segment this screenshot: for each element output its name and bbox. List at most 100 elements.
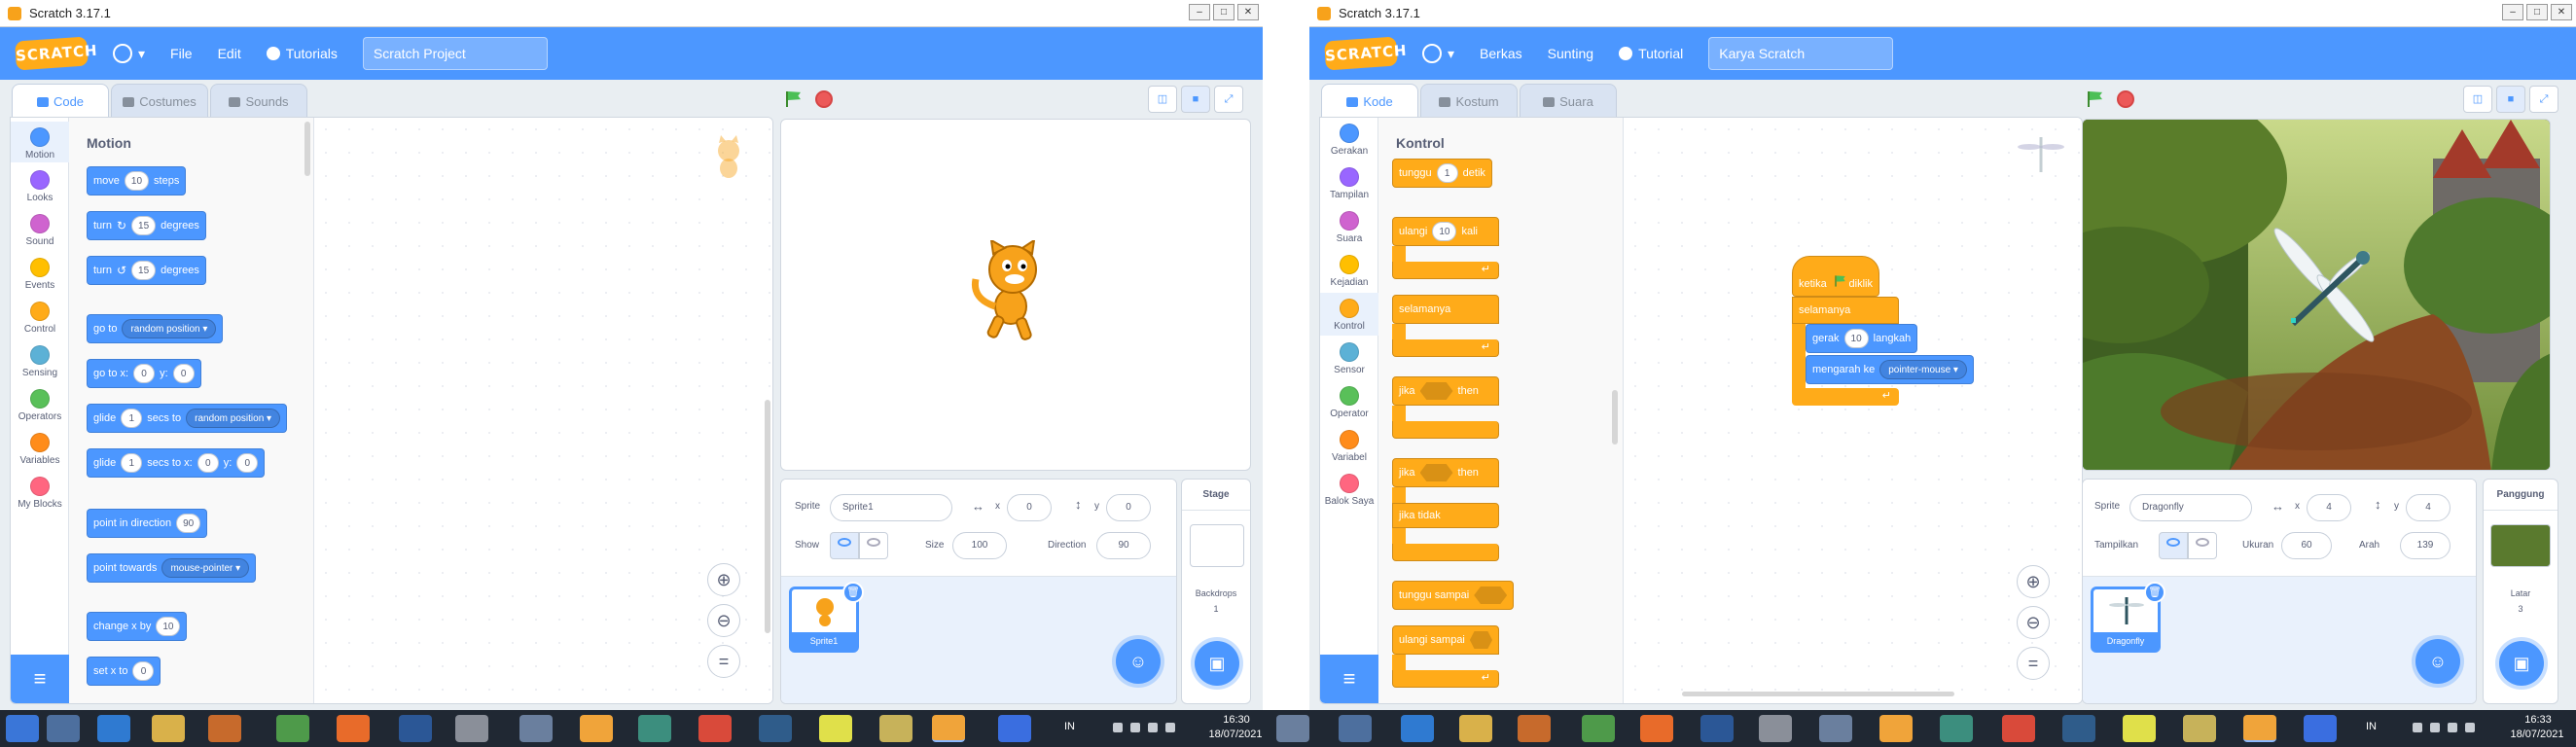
category-variables[interactable]: Variables: [11, 433, 69, 466]
sprite-thumbnail[interactable]: Dragonfly 🗑: [2091, 582, 2165, 653]
clock-date[interactable]: 18/07/2021: [2508, 729, 2566, 740]
script-area[interactable]: ⊕ ⊖ =: [314, 118, 772, 703]
green-flag-icon[interactable]: [2086, 90, 2103, 108]
choose-sprite-button[interactable]: ☺: [2415, 639, 2460, 684]
word-icon[interactable]: [399, 715, 432, 742]
scratch-icon[interactable]: [1879, 715, 1913, 742]
category-variables[interactable]: Variabel: [1320, 430, 1378, 463]
block-point-in-direction[interactable]: point in direction 90: [87, 509, 208, 538]
app-icon[interactable]: [2183, 715, 2216, 742]
edit-menu[interactable]: Edit: [218, 46, 241, 61]
boolean-slot[interactable]: [1419, 382, 1453, 400]
script-stack[interactable]: ketika diklik selamanya gerak 10 langkah me…: [1792, 256, 1996, 411]
app-icon[interactable]: [1819, 715, 1852, 742]
maximize-button[interactable]: □: [2526, 4, 2548, 20]
boolean-slot[interactable]: [1469, 631, 1492, 649]
trash-icon[interactable]: 🗑: [842, 582, 864, 603]
large-stage-button[interactable]: ■: [2496, 86, 2525, 113]
block-input[interactable]: 90: [176, 514, 201, 533]
zoom-out-button[interactable]: ⊖: [2017, 606, 2050, 639]
maximize-button[interactable]: □: [1213, 4, 1234, 20]
backdrop-thumbnail[interactable]: [1190, 524, 1244, 567]
block-move-steps[interactable]: move 10 steps: [87, 166, 187, 196]
block-go-to[interactable]: go to random position ▾: [87, 314, 224, 343]
language-indicator[interactable]: IN: [1064, 721, 1075, 732]
signal-icon[interactable]: [2465, 723, 2475, 732]
block-input[interactable]: 1: [121, 409, 143, 428]
small-stage-button[interactable]: ◫: [2463, 86, 2492, 113]
app-icon[interactable]: [276, 715, 309, 742]
scratch-icon[interactable]: [2243, 715, 2276, 742]
block-input[interactable]: 15: [131, 216, 157, 235]
block-input[interactable]: 10: [1843, 329, 1869, 348]
internet-explorer-icon[interactable]: [1401, 715, 1434, 742]
block-repeat[interactable]: ulangi 10 kali ↵: [1392, 217, 1499, 279]
category-control[interactable]: Control: [11, 302, 69, 335]
clock-time[interactable]: 16:33: [2514, 714, 2562, 726]
category-control[interactable]: Kontrol: [1320, 293, 1378, 336]
scratch-logo[interactable]: SCRATCH: [15, 36, 98, 71]
app-icon[interactable]: [1582, 715, 1615, 742]
network-icon[interactable]: [1130, 723, 1140, 732]
volume-icon[interactable]: [1148, 723, 1158, 732]
chrome-icon[interactable]: [2002, 715, 2035, 742]
minimize-button[interactable]: –: [2502, 4, 2523, 20]
media-player-icon[interactable]: [208, 715, 241, 742]
category-my-blocks[interactable]: My Blocks: [11, 477, 69, 510]
app-icon[interactable]: [1940, 715, 1973, 742]
block-glide-to[interactable]: glide 1 secs to random position ▾: [87, 404, 288, 433]
file-menu[interactable]: Berkas: [1480, 46, 1522, 61]
tab-sounds[interactable]: Suara: [1520, 84, 1617, 119]
boolean-slot[interactable]: [1419, 464, 1453, 481]
size-input[interactable]: 100: [952, 532, 1007, 559]
block-input[interactable]: 0: [133, 364, 156, 383]
tab-costumes[interactable]: Kostum: [1420, 84, 1518, 119]
volume-icon[interactable]: [2448, 723, 2457, 732]
add-extension-button[interactable]: ≡: [1320, 655, 1378, 703]
category-sound[interactable]: Suara: [1320, 211, 1378, 244]
direction-input[interactable]: 139: [2400, 532, 2451, 559]
backdrop-thumbnail[interactable]: [2490, 524, 2551, 567]
category-events[interactable]: Events: [11, 258, 69, 291]
media-player-icon[interactable]: [1518, 715, 1551, 742]
word-icon[interactable]: [1700, 715, 1734, 742]
script-scrollbar[interactable]: [765, 400, 770, 633]
block-dropdown[interactable]: mouse-pointer ▾: [161, 558, 250, 578]
block-turn-right[interactable]: turn ↻ 15 degrees: [87, 211, 206, 240]
internet-explorer-icon[interactable]: [97, 715, 130, 742]
network-icon[interactable]: [2430, 723, 2440, 732]
size-input[interactable]: 60: [2281, 532, 2332, 559]
language-indicator[interactable]: IN: [2366, 721, 2377, 732]
show-visible-button[interactable]: [2159, 532, 2188, 559]
minimize-button[interactable]: –: [1189, 4, 1210, 20]
zoom-reset-button[interactable]: =: [707, 645, 740, 678]
stop-icon[interactable]: [2117, 90, 2134, 108]
category-sensing[interactable]: Sensor: [1320, 342, 1378, 375]
app-icon[interactable]: [519, 715, 553, 742]
choose-sprite-button[interactable]: ☺: [1116, 639, 1161, 684]
show-hidden-button[interactable]: [859, 532, 888, 559]
block-dropdown[interactable]: random position ▾: [186, 409, 281, 428]
category-operators[interactable]: Operator: [1320, 386, 1378, 419]
app-icon[interactable]: [455, 715, 488, 742]
block-turn-left[interactable]: turn ↺ 15 degrees: [87, 256, 206, 285]
block-input[interactable]: 0: [132, 661, 155, 681]
block-forever[interactable]: selamanya ↵: [1392, 295, 1499, 357]
block-change-x[interactable]: change x by 10: [87, 612, 188, 641]
tutorials-menu[interactable]: Tutorials: [266, 46, 338, 61]
block-input[interactable]: 10: [156, 617, 181, 636]
fullscreen-button[interactable]: ⤢: [2529, 86, 2558, 113]
large-stage-button[interactable]: ■: [1181, 86, 1210, 113]
close-button[interactable]: ✕: [2551, 4, 2572, 20]
boolean-slot[interactable]: [1474, 587, 1508, 604]
block-wait-seconds[interactable]: tunggu 1 detik: [1392, 159, 1492, 188]
sprite-name-input[interactable]: Dragonfly: [2129, 494, 2252, 521]
app-icon[interactable]: [2062, 715, 2095, 742]
tab-costumes[interactable]: Costumes: [111, 84, 208, 119]
zoom-reset-button[interactable]: =: [2017, 647, 2050, 680]
block-wait-until[interactable]: tunggu sampai: [1392, 581, 1515, 610]
app-icon[interactable]: [47, 715, 80, 742]
block-input[interactable]: 0: [197, 453, 219, 473]
show-hidden-button[interactable]: [2188, 532, 2217, 559]
category-sensing[interactable]: Sensing: [11, 345, 69, 378]
